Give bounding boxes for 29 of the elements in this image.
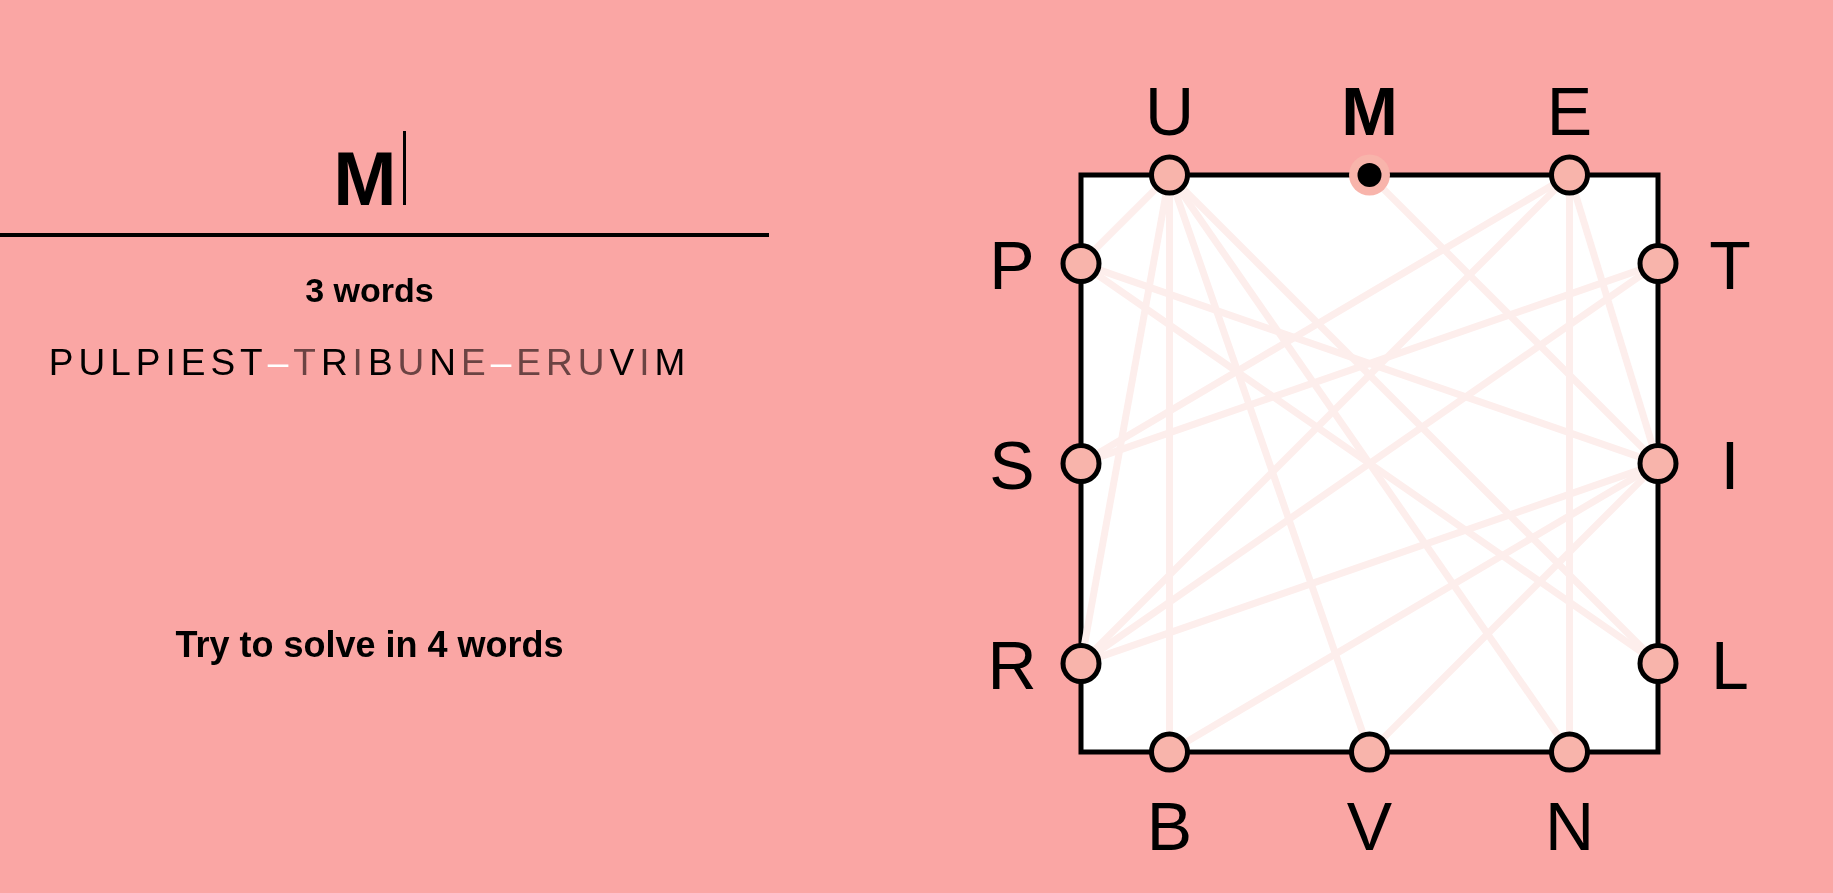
letter-label: B xyxy=(1146,788,1193,864)
letter-node[interactable] xyxy=(1060,243,1102,284)
letter-node[interactable] xyxy=(1349,154,1390,196)
played-words-text: P U L P I E ST–T R I B U N E–E R U V I M xyxy=(48,341,691,385)
letter-node[interactable] xyxy=(1549,154,1590,196)
letter-label: I xyxy=(1720,426,1740,503)
letter-node[interactable] xyxy=(1637,643,1679,684)
letter-node[interactable] xyxy=(1549,731,1590,773)
letter-label: M xyxy=(1341,73,1398,149)
letter-label: P xyxy=(989,226,1035,303)
letter-label: E xyxy=(1546,73,1593,149)
letter-label: U xyxy=(1144,73,1195,149)
letter-label: T xyxy=(1709,226,1751,303)
letter-node[interactable] xyxy=(1637,443,1679,484)
letter-label: L xyxy=(1711,626,1749,703)
letter-node[interactable] xyxy=(1149,154,1190,196)
letter-label: N xyxy=(1544,788,1595,864)
word-count-text: 3 words xyxy=(305,270,434,311)
letter-node[interactable] xyxy=(1349,731,1390,773)
text-cursor-icon xyxy=(402,131,406,205)
letter-node[interactable] xyxy=(1637,243,1679,284)
letter-node[interactable] xyxy=(1060,443,1102,484)
letter-node[interactable] xyxy=(1060,643,1102,684)
word-entry-field[interactable]: M xyxy=(0,131,769,237)
letter-label: R xyxy=(987,626,1037,703)
goal-text: Try to solve in 4 words xyxy=(175,623,564,666)
letter-node[interactable] xyxy=(1149,731,1190,773)
letter-label: S xyxy=(989,426,1035,503)
letter-label: V xyxy=(1346,788,1393,864)
